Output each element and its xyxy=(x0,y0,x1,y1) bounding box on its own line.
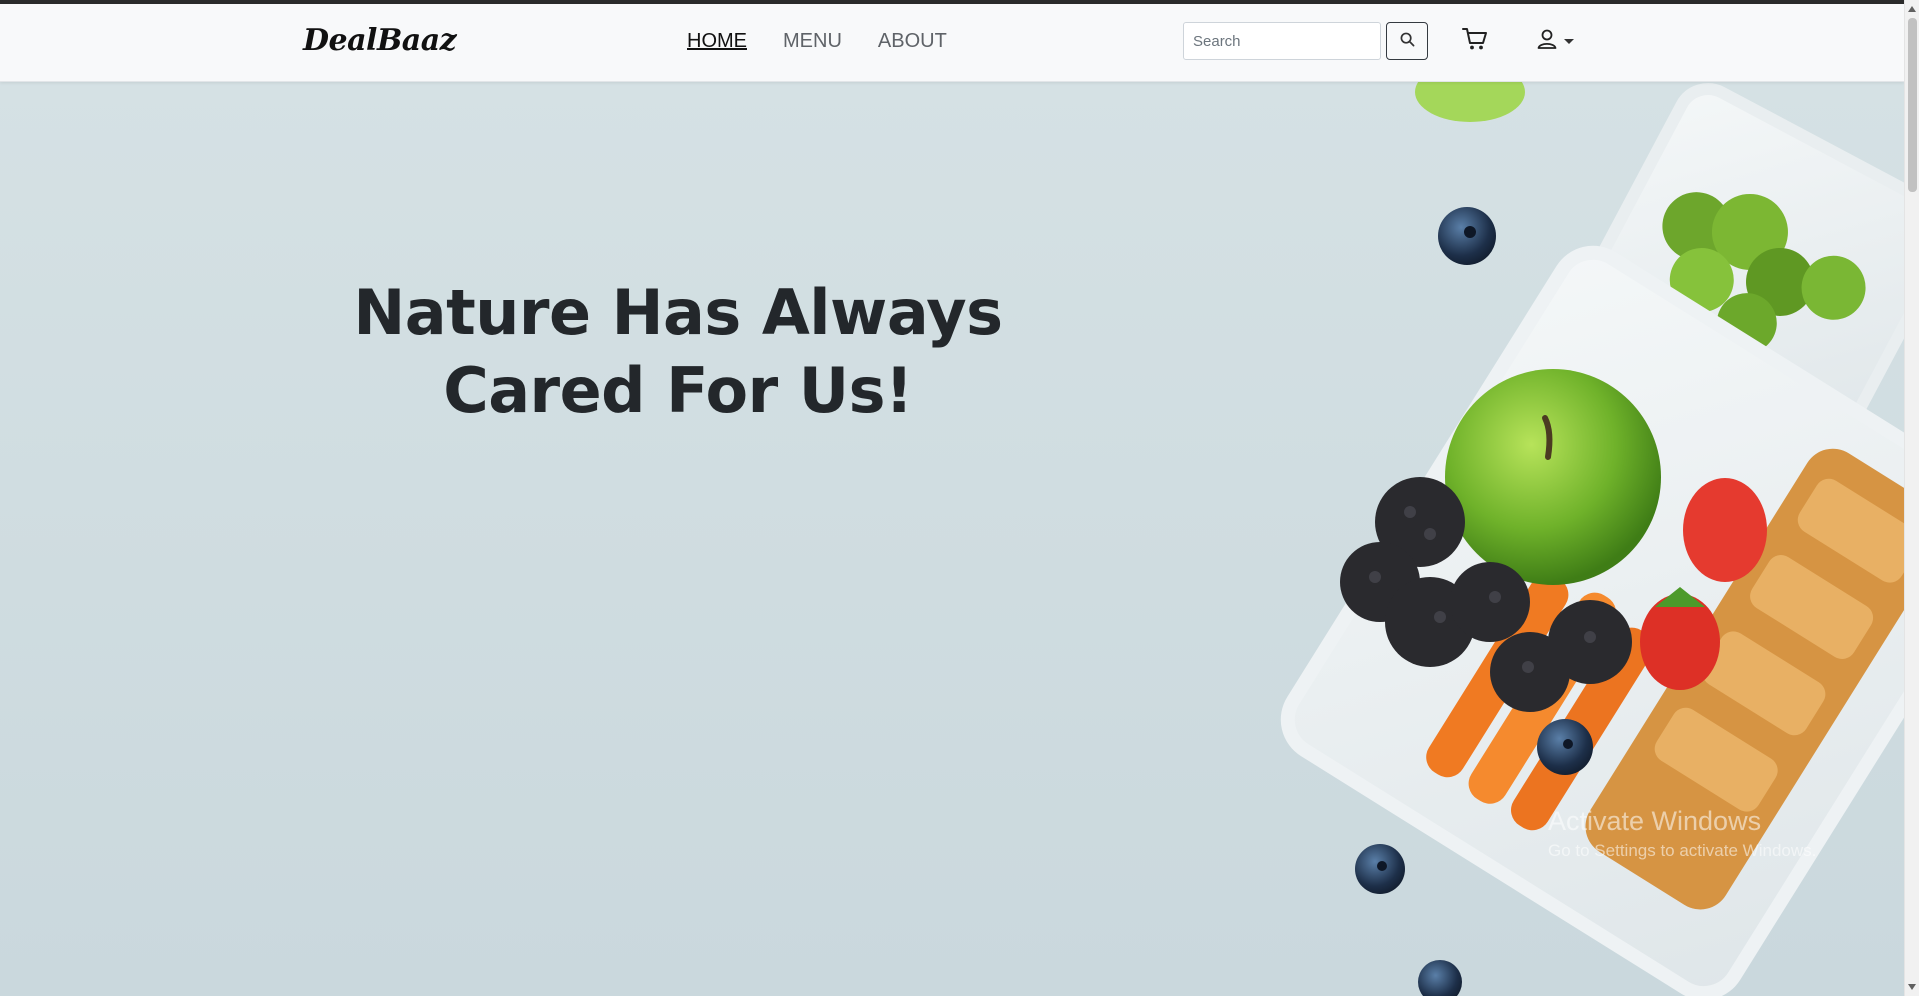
cart-icon xyxy=(1462,27,1488,56)
windows-activation-watermark: Activate Windows Go to Settings to activ… xyxy=(1548,806,1816,861)
cart-button[interactable] xyxy=(1458,24,1492,58)
hero-title: Nature Has Always Cared For Us! xyxy=(300,274,1056,430)
nav-links: HOME MENU ABOUT xyxy=(687,30,947,53)
nav-link-about[interactable]: ABOUT xyxy=(878,30,947,53)
nav-link-menu[interactable]: MENU xyxy=(783,30,842,53)
brand-logo[interactable]: DealBaaz xyxy=(303,23,457,58)
navbar: DealBaaz HOME MENU ABOUT xyxy=(0,4,1904,82)
scroll-thumb[interactable] xyxy=(1908,18,1917,192)
scroll-up-icon[interactable] xyxy=(1908,6,1916,12)
watermark-subtitle: Go to Settings to activate Windows. xyxy=(1548,841,1817,860)
scroll-down-icon[interactable] xyxy=(1908,984,1916,990)
hero-title-line1: Nature Has Always xyxy=(353,276,1003,349)
caret-down-icon xyxy=(1564,38,1574,44)
search-input[interactable] xyxy=(1183,22,1381,60)
search-icon xyxy=(1400,32,1415,50)
watermark-title: Activate Windows xyxy=(1548,806,1762,836)
nav-link-home[interactable]: HOME xyxy=(687,30,747,53)
user-icon xyxy=(1536,28,1558,55)
user-menu-toggle[interactable] xyxy=(1536,24,1586,58)
search-button[interactable] xyxy=(1386,22,1428,60)
hero-title-line2: Cared For Us! xyxy=(443,354,913,427)
page-scrollbar[interactable] xyxy=(1904,0,1919,996)
